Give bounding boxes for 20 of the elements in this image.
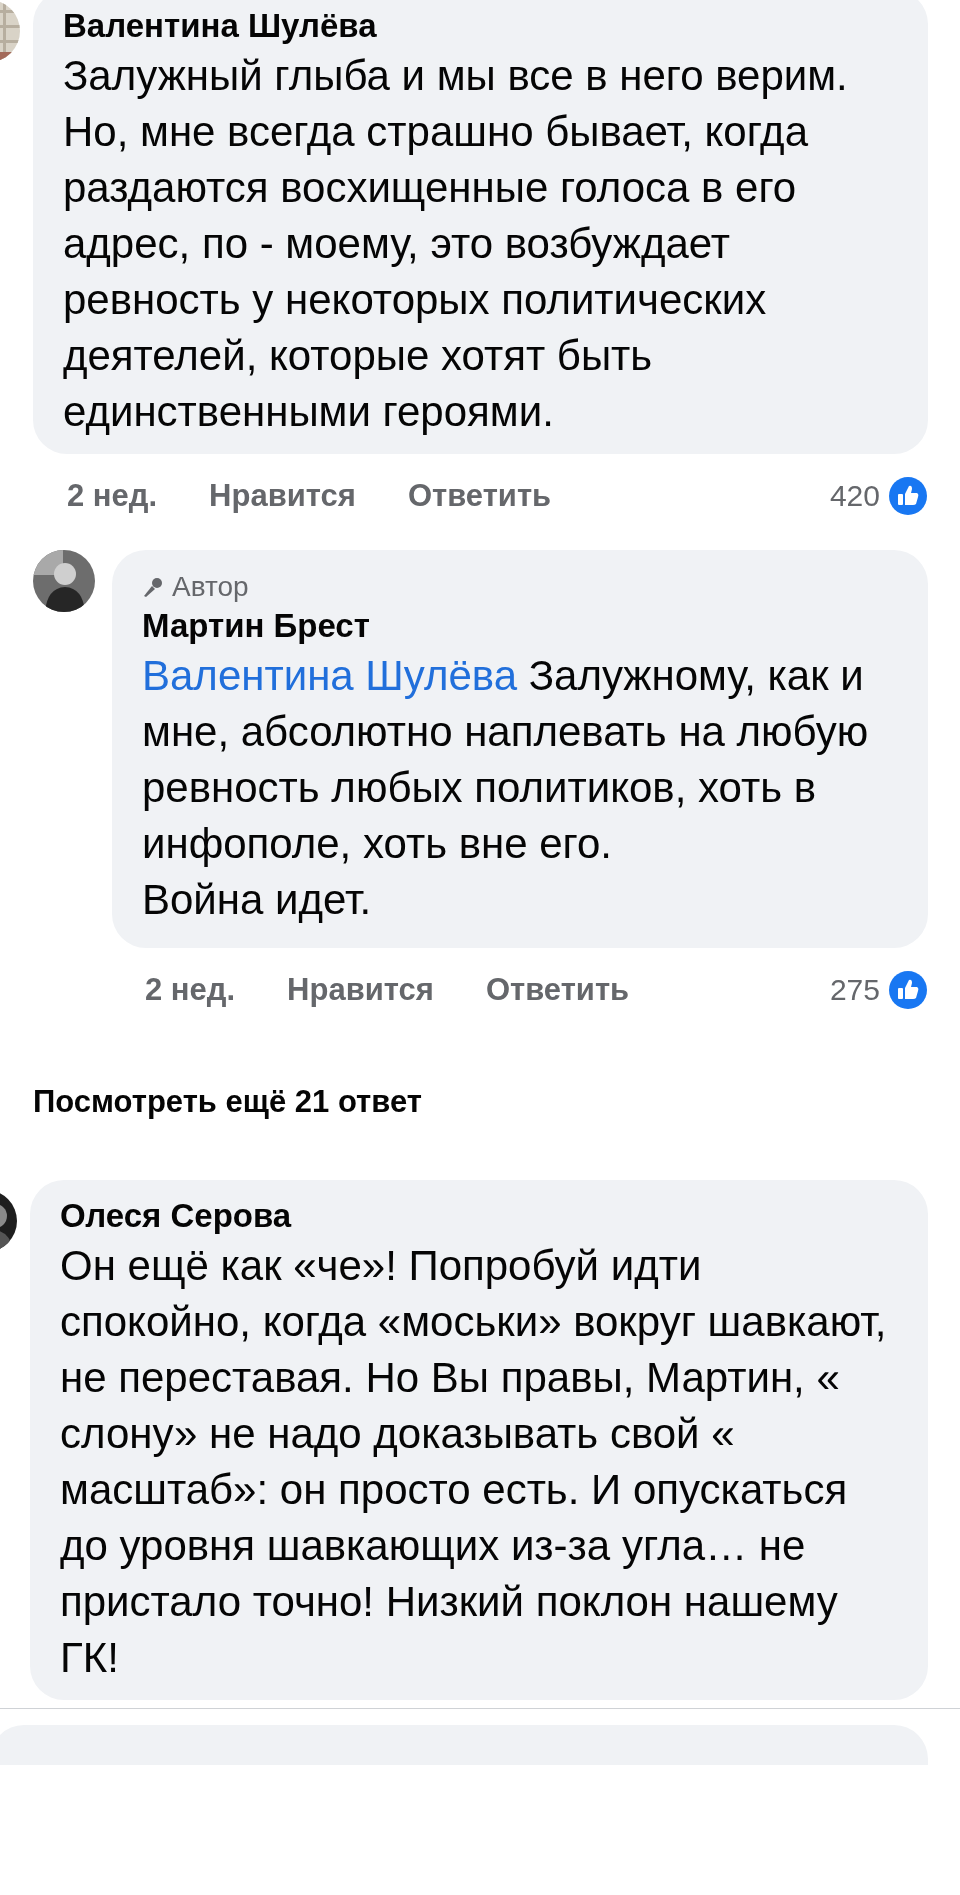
reaction-count: 420 [829,479,880,513]
like-button[interactable]: Нравится [209,478,356,514]
comment-text: Залужный глыба и мы все в него верим. Но, мне всегда страшно бывает, когда раздаются восхищенные голоса в его адрес, по - моему, это возбуждает ревность у некоторых политических деятелей, которые хотят быть единственными героями. [63,51,849,437]
author-name[interactable]: Олеся Серова [60,1194,902,1238]
mention-link[interactable]: Валентина Шулёва [142,652,517,699]
reply-button[interactable]: Ответить [407,478,552,514]
reaction-count: 275 [829,973,880,1007]
author-name[interactable]: Валентина Шулёва [63,4,902,48]
comment-time: 2 нед. [67,478,158,514]
author-name[interactable]: Мартин Брест [142,604,902,648]
like-button[interactable]: Нравится [287,972,434,1008]
comment-text: Валентина Шулёва Залужному, как и мне, абсолютно наплевать на любую ревность любых политиков, хоть в инфополе, хоть вне его. Война идет. [142,651,870,925]
microphone-icon [142,576,164,598]
reply-button[interactable]: Ответить [485,972,630,1008]
like-icon [888,476,928,516]
comment-text: Он ещё как «че»! Попробуй идти спокойно, когда «моськи» вокруг шавкают, не переставая. Но Вы правы, Мартин, « слону» не надо доказывать свой « масштаб»: он просто есть. И опускаться до уровня шавкающих из-за угла… не пристало точно! Низкий поклон нашему ГК! [60,1241,888,1683]
comment-time: 2 нед. [145,972,236,1008]
like-icon [888,970,928,1010]
more-replies-link[interactable]: Посмотреть ещё 21 ответ [33,1084,960,1120]
author-label: Автор [172,570,249,604]
